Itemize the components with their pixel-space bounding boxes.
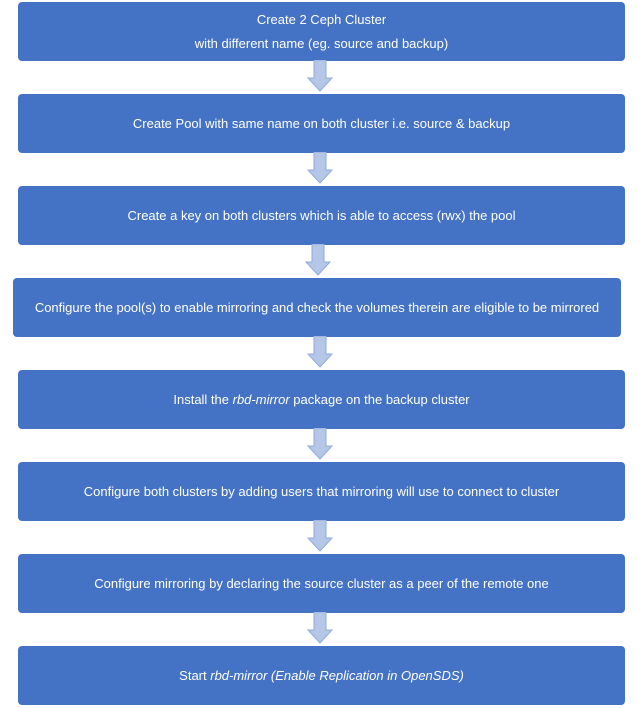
flow-step-4: Configure the pool(s) to enable mirrorin… <box>13 278 621 337</box>
flow-step-8: Start rbd-mirror (Enable Replication in … <box>18 646 625 705</box>
flow-step-7: Configure mirroring by declaring the sou… <box>18 554 625 613</box>
flow-step-5-package-name: rbd-mirror <box>232 391 290 407</box>
flow-step-5-text-after: package on the backup cluster <box>289 391 470 407</box>
flow-step-2-text: Create Pool with same name on both clust… <box>132 115 511 131</box>
flow-step-8-text: Start rbd-mirror (Enable Replication in … <box>179 664 464 688</box>
flow-step-5: Install the rbd-mirror package on the ba… <box>18 370 625 429</box>
down-arrow-icon <box>307 152 333 184</box>
flow-step-8-command: rbd-mirror (Enable Replication in OpenSD… <box>210 667 464 683</box>
down-arrow-icon <box>307 336 333 368</box>
flow-step-1: Create 2 Ceph Cluster with different nam… <box>18 2 625 61</box>
down-arrow-icon <box>307 60 333 92</box>
flow-step-1-line-1: Create 2 Ceph Cluster <box>256 11 387 27</box>
flow-step-4-text: Configure the pool(s) to enable mirrorin… <box>34 299 600 315</box>
flow-step-5-text: Install the rbd-mirror package on the ba… <box>173 388 469 412</box>
flow-step-2: Create Pool with same name on both clust… <box>18 94 625 153</box>
flow-step-5-text-before: Install the <box>173 391 233 407</box>
down-arrow-icon <box>307 520 333 552</box>
down-arrow-icon <box>307 428 333 460</box>
flow-step-1-text: Create 2 Ceph Cluster with different nam… <box>195 8 448 56</box>
flow-step-6-text: Configure both clusters by adding users … <box>83 483 560 499</box>
flow-step-8-text-before: Start <box>179 667 211 683</box>
down-arrow-icon <box>307 612 333 644</box>
flow-step-6: Configure both clusters by adding users … <box>18 462 625 521</box>
flow-step-7-text: Configure mirroring by declaring the sou… <box>94 575 549 591</box>
flow-step-3: Create a key on both clusters which is a… <box>18 186 625 245</box>
flow-step-1-line-2: with different name (eg. source and back… <box>194 35 449 51</box>
flow-step-3-text: Create a key on both clusters which is a… <box>127 207 516 223</box>
down-arrow-icon <box>305 244 331 276</box>
